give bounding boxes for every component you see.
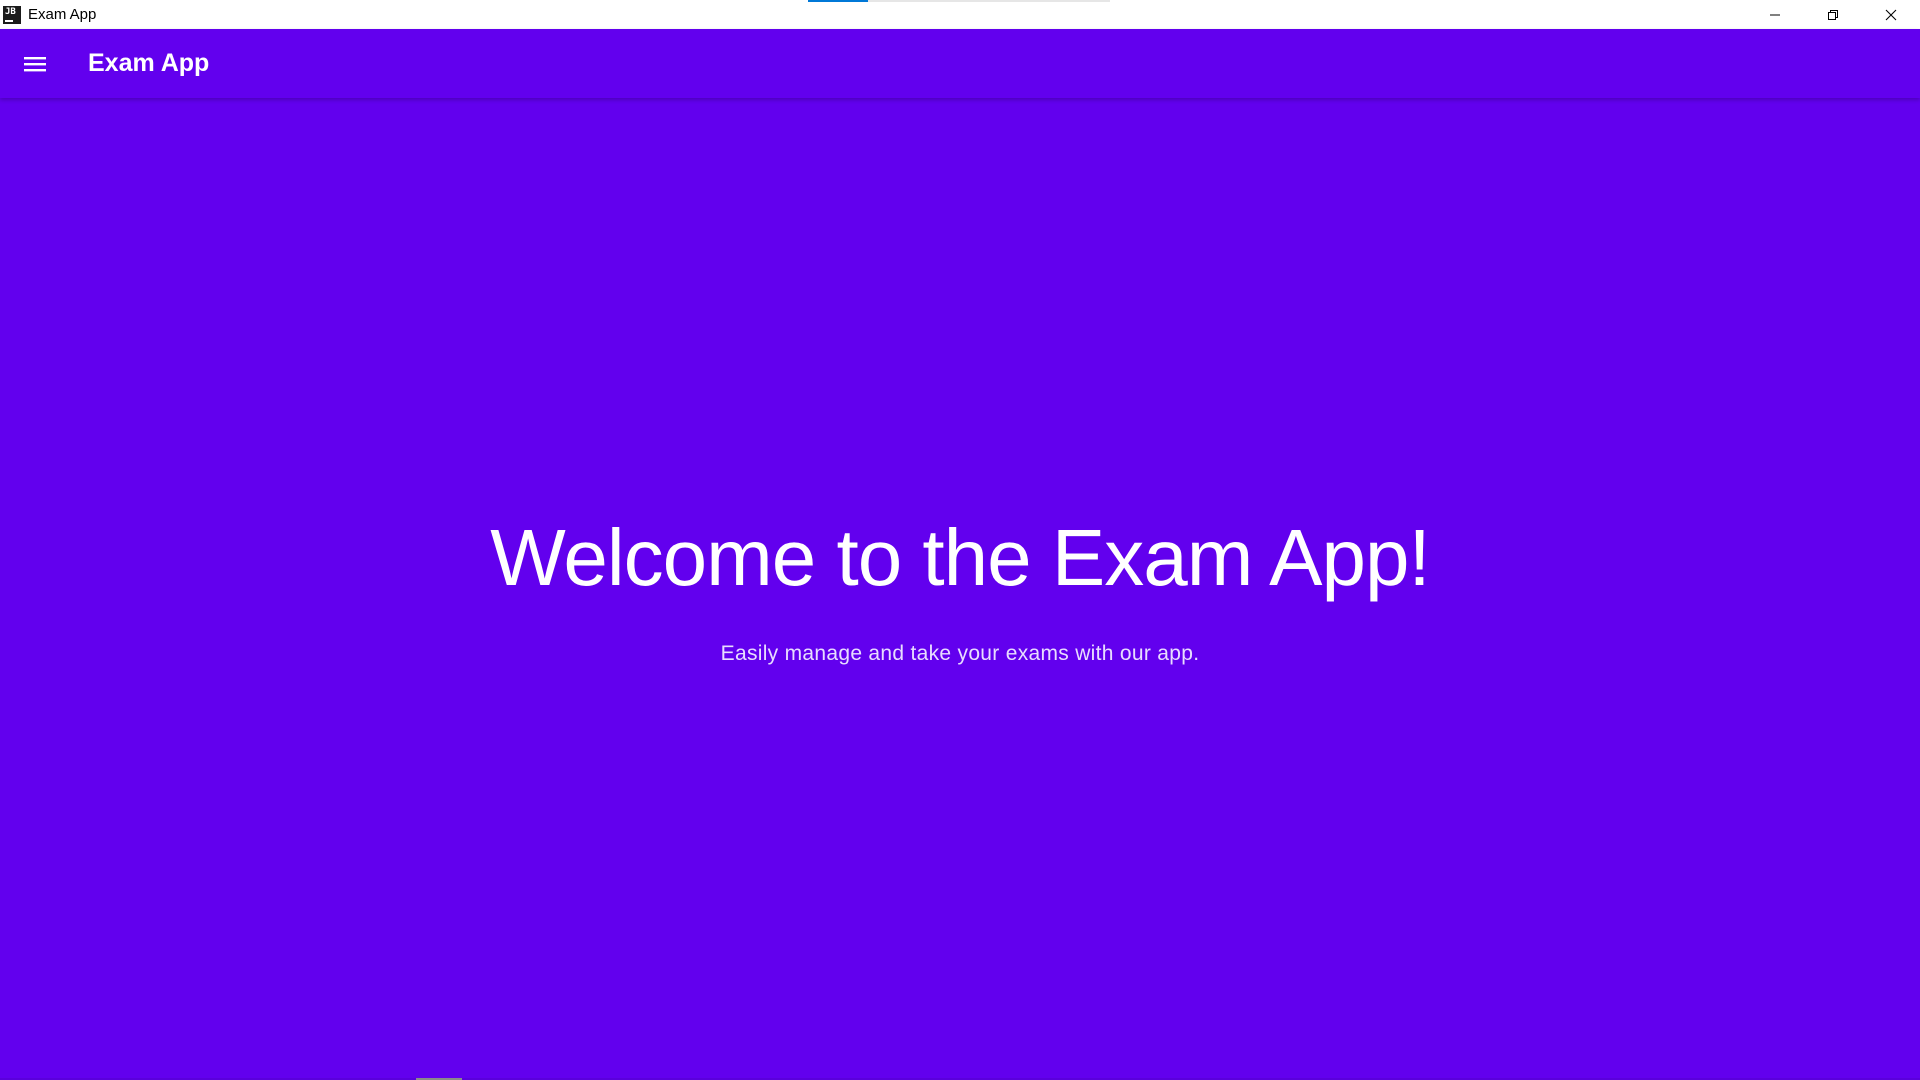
app-icon: JB <box>3 5 21 24</box>
window-controls <box>1746 0 1920 29</box>
loading-progress-bar <box>808 0 1110 2</box>
window-title: Exam App <box>28 6 97 23</box>
minimize-button[interactable] <box>1746 0 1804 29</box>
hamburger-menu-icon <box>24 56 46 71</box>
close-button[interactable] <box>1862 0 1920 29</box>
menu-button[interactable] <box>17 46 53 82</box>
minimize-icon <box>1770 14 1780 15</box>
welcome-heading: Welcome to the Exam App! <box>490 513 1430 602</box>
loading-progress-fill <box>808 0 869 2</box>
window-title-bar[interactable]: JB Exam App <box>0 0 1920 29</box>
app-bar: Exam App <box>0 29 1920 98</box>
main-content: Welcome to the Exam App! Easily manage a… <box>0 98 1920 1078</box>
restore-button[interactable] <box>1804 0 1862 29</box>
welcome-subheading: Easily manage and take your exams with o… <box>720 642 1200 665</box>
app-bar-title: Exam App <box>88 49 210 77</box>
app-window: JB Exam App Exam App Welcome to the Exam… <box>0 0 1920 1080</box>
close-icon <box>1885 9 1897 20</box>
restore-icon <box>1828 9 1838 20</box>
